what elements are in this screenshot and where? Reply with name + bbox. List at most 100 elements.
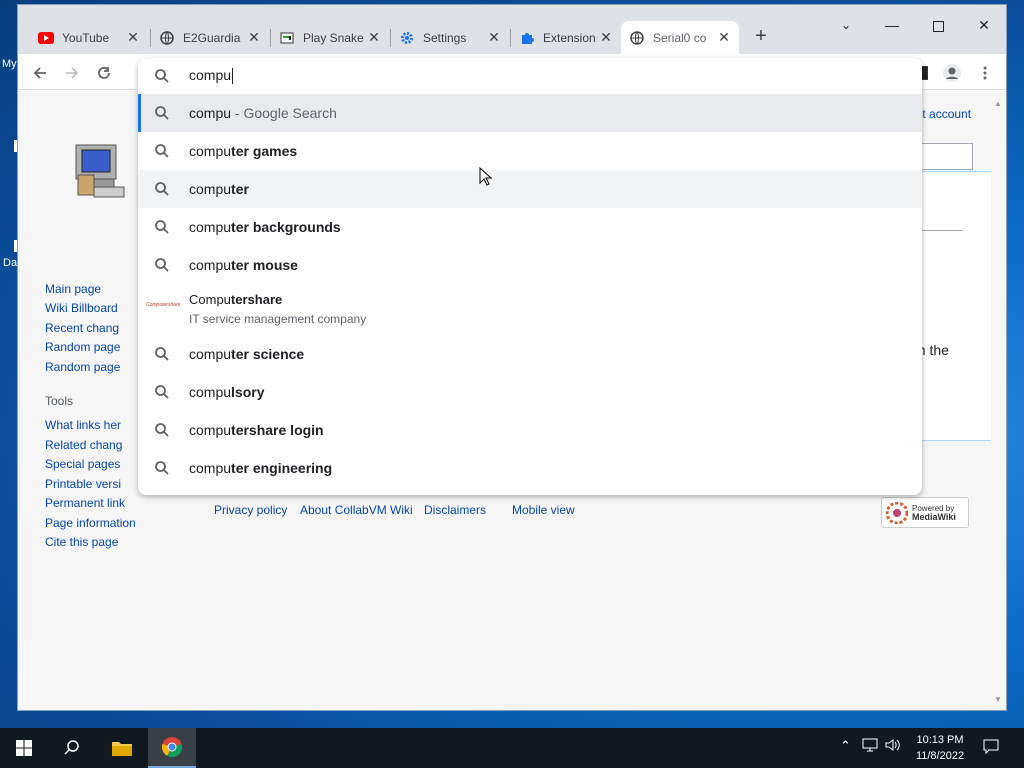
- mouse-pointer-icon: [479, 167, 493, 186]
- omnibox-input-row[interactable]: compu: [138, 58, 922, 94]
- close-icon[interactable]: ✕: [599, 29, 613, 46]
- network-icon[interactable]: [862, 738, 878, 755]
- tab-play-snake[interactable]: Play Snake ✕: [271, 21, 389, 54]
- tab-title: Play Snake: [303, 30, 364, 45]
- tools-link-printable-version[interactable]: Printable versi: [45, 477, 121, 491]
- mediawiki-flower-icon: [886, 501, 908, 524]
- desktop-icon-label[interactable]: My: [2, 58, 17, 70]
- chevron-up-icon[interactable]: ⌃: [840, 738, 851, 754]
- kebab-menu-icon: [983, 66, 987, 80]
- system-clock[interactable]: 10:13 PM 11/8/2022: [905, 732, 975, 764]
- tab-serial0[interactable]: Serial0 co ✕: [621, 21, 739, 54]
- tab-title: YouTube: [62, 30, 110, 45]
- suggestion-item[interactable]: computershare login: [138, 411, 922, 449]
- windows-logo-icon: [16, 740, 32, 756]
- search-icon: [155, 69, 169, 83]
- search-icon: [155, 461, 169, 475]
- nav-link-random-page[interactable]: Random page: [45, 340, 120, 354]
- suggestion-item[interactable]: computer science: [138, 335, 922, 373]
- nav-link-recent-changes[interactable]: Recent chang: [45, 321, 119, 335]
- maximize-button[interactable]: [924, 15, 952, 35]
- close-icon[interactable]: ✕: [126, 29, 140, 46]
- tab-youtube[interactable]: YouTube ✕: [30, 21, 148, 54]
- omnibox-input[interactable]: compu: [189, 67, 234, 85]
- suggestion-item[interactable]: computer mouse: [138, 246, 922, 284]
- scrollbar[interactable]: ▲ ▼: [991, 91, 1006, 710]
- close-icon[interactable]: ✕: [367, 29, 381, 46]
- start-button[interactable]: [0, 728, 48, 768]
- omnibox-dropdown: compu compu - Google Search computer gam…: [138, 58, 922, 495]
- powered-by-mediawiki-badge[interactable]: Powered by MediaWiki: [881, 497, 969, 528]
- suggestion-item[interactable]: compu - Google Search: [138, 94, 922, 132]
- tab-title: Extension: [543, 30, 596, 45]
- menu-button[interactable]: [974, 61, 996, 83]
- puzzle-icon: [519, 30, 535, 46]
- forward-button[interactable]: [61, 61, 83, 83]
- suggestion-item[interactable]: computer backgrounds: [138, 208, 922, 246]
- back-button[interactable]: [29, 61, 51, 83]
- desktop-icon-label[interactable]: Da: [3, 257, 17, 269]
- globe-icon: [159, 30, 175, 46]
- notification-icon[interactable]: [983, 738, 999, 757]
- browser-window: YouTube ✕ E2Guardia ✕ Play Snake ✕ Setti…: [17, 4, 1007, 711]
- footer-link-mobile-view[interactable]: Mobile view: [512, 503, 575, 517]
- nav-link-main-page[interactable]: Main page: [45, 282, 101, 296]
- suggestion-item[interactable]: computer games: [138, 132, 922, 170]
- suggestion-subtitle: IT service management company: [189, 312, 367, 326]
- chrome-taskbar-button[interactable]: [148, 728, 196, 768]
- tab-e2guardian[interactable]: E2Guardia ✕: [151, 21, 269, 54]
- reload-icon: [98, 67, 110, 80]
- search-icon: [155, 258, 169, 272]
- new-tab-button[interactable]: +: [751, 26, 771, 46]
- search-icon: [155, 220, 169, 234]
- tab-title: E2Guardia: [183, 30, 241, 45]
- suggestion-item[interactable]: computer engineering: [138, 449, 922, 487]
- search-icon: [155, 106, 169, 120]
- volume-icon[interactable]: [885, 738, 901, 755]
- wiki-logo[interactable]: [70, 131, 130, 211]
- close-icon[interactable]: ✕: [717, 29, 731, 46]
- profile-button[interactable]: [941, 61, 963, 83]
- youtube-icon: [38, 30, 54, 46]
- suggestion-entity-item[interactable]: Computershare Computershare IT service m…: [138, 284, 922, 334]
- close-icon[interactable]: ✕: [247, 29, 261, 46]
- tools-heading: Tools: [45, 394, 74, 408]
- tab-extensions[interactable]: Extension ✕: [511, 21, 621, 54]
- mediawiki-label: MediaWiki: [912, 511, 956, 522]
- tab-settings[interactable]: Settings ✕: [391, 21, 509, 54]
- search-button[interactable]: [48, 728, 96, 768]
- clock-time: 10:13 PM: [916, 734, 964, 746]
- tools-link-page-information[interactable]: Page information: [45, 516, 136, 530]
- scroll-up-icon[interactable]: ▲: [994, 99, 1002, 108]
- search-icon: [155, 182, 169, 196]
- search-icon: [155, 347, 169, 361]
- file-explorer-button[interactable]: [98, 728, 146, 768]
- chrome-icon: [161, 737, 183, 758]
- search-icon: [155, 144, 169, 158]
- footer-link-privacy[interactable]: Privacy policy: [214, 503, 287, 517]
- globe-icon: [629, 30, 645, 46]
- close-icon[interactable]: ✕: [487, 29, 501, 46]
- computershare-logo: Computershare: [146, 302, 181, 308]
- reload-button[interactable]: [93, 61, 115, 83]
- tools-link-related-changes[interactable]: Related chang: [45, 438, 122, 452]
- tab-search-chevron-icon[interactable]: ⌄: [832, 15, 860, 35]
- suggestion-item[interactable]: compulsory: [138, 373, 922, 411]
- scroll-down-icon[interactable]: ▼: [994, 695, 1002, 704]
- tools-link-permanent-link[interactable]: Permanent link: [45, 496, 125, 510]
- arrow-left-icon: [33, 67, 46, 79]
- search-icon: [155, 423, 169, 437]
- nav-link-random-page[interactable]: Random page: [45, 360, 120, 374]
- suggestion-item[interactable]: computer: [138, 170, 922, 208]
- nav-link-wiki-billboard[interactable]: Wiki Billboard: [45, 301, 118, 315]
- footer-link-about[interactable]: About CollabVM Wiki: [300, 503, 413, 517]
- tools-link-cite-this-page[interactable]: Cite this page: [45, 535, 118, 549]
- tools-link-special-pages[interactable]: Special pages: [45, 457, 120, 471]
- minimize-button[interactable]: —: [878, 15, 906, 35]
- close-window-button[interactable]: ✕: [970, 15, 998, 35]
- tools-link-what-links-here[interactable]: What links her: [45, 418, 121, 432]
- footer-link-disclaimers[interactable]: Disclaimers: [424, 503, 486, 517]
- gear-icon: [399, 30, 415, 46]
- tab-title: Settings: [423, 30, 467, 45]
- taskbar: ⌃ 10:13 PM 11/8/2022: [0, 728, 1024, 768]
